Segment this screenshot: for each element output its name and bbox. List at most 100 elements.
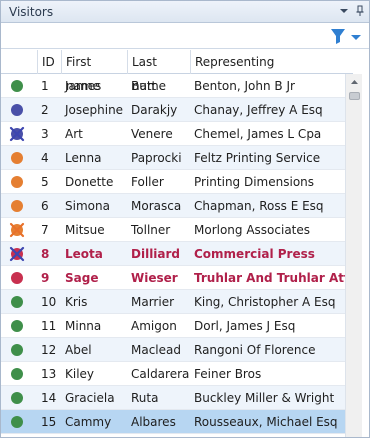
cell-first-name: Donette [65, 175, 114, 189]
cell-last-name: Albares [131, 415, 176, 429]
status-crossed-red-icon [9, 246, 25, 262]
table-row[interactable]: 6 Simona Morasca Chapman, Ross E Esq [1, 194, 353, 218]
cell-last-name: Morasca [131, 199, 182, 213]
cell-representing: Benton, John B Jr [194, 79, 295, 93]
table-row[interactable]: 11 Minna Amigon Dorl, James J Esq [1, 314, 353, 338]
cell-representing: Truhlar And Truhlar Attys [194, 271, 345, 285]
cell-id: 3 [41, 127, 49, 141]
cell-id: 8 [41, 247, 50, 261]
status-green-icon [9, 78, 25, 94]
table-row[interactable]: 5 Donette Foller Printing Dimensions [1, 170, 353, 194]
visitors-grid: ID First name Last name Representing 1 Ja… [1, 50, 353, 437]
header-first-name[interactable]: First name [61, 50, 127, 93]
cell-representing: Chapman, Ross E Esq [194, 199, 324, 213]
status-orange-icon [9, 150, 25, 166]
cell-first-name: Abel [65, 343, 92, 357]
cell-last-name: Darakjy [131, 103, 178, 117]
cell-id: 5 [41, 175, 49, 189]
header-representing[interactable]: Representing [190, 50, 353, 74]
visitors-panel: Visitors ID First name Last name Represe… [0, 0, 370, 438]
cell-last-name: Ruta [131, 391, 159, 405]
cell-first-name: Mitsue [65, 223, 105, 237]
cell-id: 6 [41, 199, 49, 213]
cell-first-name: Graciela [65, 391, 115, 405]
status-green-icon [9, 366, 25, 382]
header-id[interactable]: ID [37, 50, 61, 74]
cell-last-name: Foller [131, 175, 164, 189]
status-crossed-orange-icon [9, 222, 25, 238]
vertical-scrollbar[interactable] [345, 74, 362, 437]
cell-last-name: Butt [131, 79, 157, 93]
status-green-icon [9, 390, 25, 406]
triangle-down-icon[interactable] [337, 4, 351, 18]
panel-titlebar: Visitors [1, 1, 369, 23]
cell-representing: Morlong Associates [194, 223, 311, 237]
cell-representing: Buckley Miller & Wright [194, 391, 335, 405]
cell-first-name: Simona [65, 199, 110, 213]
cell-first-name: Minna [65, 319, 102, 333]
status-green-icon [9, 318, 25, 334]
cell-first-name: Kiley [65, 367, 95, 381]
cell-last-name: Marrier [131, 295, 175, 309]
table-row[interactable]: 15 Cammy Albares Rousseaux, Michael Esq [1, 410, 353, 434]
cell-id: 4 [41, 151, 49, 165]
cell-last-name: Maclead [131, 343, 181, 357]
table-row[interactable]: 7 Mitsue Tollner Morlong Associates [1, 218, 353, 242]
table-row[interactable]: 8 Leota Dilliard Commercial Press [1, 242, 353, 266]
pin-icon[interactable] [353, 4, 367, 18]
table-row[interactable]: 9 Sage Wieser Truhlar And Truhlar Attys [1, 266, 353, 290]
scrollbar-thumb[interactable] [349, 92, 360, 100]
cell-first-name: Kris [65, 295, 88, 309]
cell-first-name: James [65, 79, 102, 93]
chevron-down-icon[interactable] [350, 31, 362, 41]
filter-funnel-icon[interactable] [328, 26, 348, 46]
cell-last-name: Caldarera [131, 367, 190, 381]
cell-id: 12 [41, 343, 57, 357]
cell-last-name: Wieser [131, 271, 178, 285]
cell-id: 2 [41, 103, 49, 117]
filter-input[interactable] [5, 26, 325, 46]
cell-representing: Printing Dimensions [194, 175, 315, 189]
header-last-name[interactable]: Last name [127, 50, 190, 93]
status-green-icon [9, 414, 25, 430]
cell-id: 14 [41, 391, 57, 405]
cell-id: 15 [41, 415, 57, 429]
cell-representing: Chanay, Jeffrey A Esq [194, 103, 323, 117]
cell-representing: Rangoni Of Florence [194, 343, 316, 357]
status-orange-icon [9, 198, 25, 214]
cell-last-name: Venere [131, 127, 173, 141]
cell-representing: Rousseaux, Michael Esq [194, 415, 338, 429]
table-row[interactable]: 1 James Butt Benton, John B Jr [1, 74, 353, 98]
filter-bar [1, 23, 369, 49]
cell-last-name: Dilliard [131, 247, 181, 261]
cell-id: 1 [41, 79, 49, 93]
panel-title: Visitors [9, 5, 54, 19]
cell-id: 13 [41, 367, 57, 381]
cell-id: 10 [41, 295, 57, 309]
table-row[interactable]: 12 Abel Maclead Rangoni Of Florence [1, 338, 353, 362]
status-green-icon [9, 342, 25, 358]
status-blue-icon [9, 102, 25, 118]
cell-last-name: Tollner [131, 223, 171, 237]
table-row[interactable]: 13 Kiley Caldarera Feiner Bros [1, 362, 353, 386]
table-row[interactable]: 14 Graciela Ruta Buckley Miller & Wright [1, 386, 353, 410]
table-row[interactable]: 10 Kris Marrier King, Christopher A Esq [1, 290, 353, 314]
cell-representing: Dorl, James J Esq [194, 319, 296, 333]
table-row[interactable]: 3 Art Venere Chemel, James L Cpa [1, 122, 353, 146]
cell-first-name: Josephine [65, 103, 124, 117]
cell-id: 9 [41, 271, 50, 285]
cell-representing: Feiner Bros [194, 367, 262, 381]
cell-id: 7 [41, 223, 49, 237]
cell-representing: King, Christopher A Esq [194, 295, 336, 309]
grid-header: ID First name Last name Representing [1, 50, 353, 93]
status-green-icon [9, 294, 25, 310]
scroll-up-arrow-icon[interactable] [346, 74, 363, 90]
cell-first-name: Sage [65, 271, 99, 285]
status-crossed-blue-icon [9, 126, 25, 142]
table-row[interactable]: 2 Josephine Darakjy Chanay, Jeffrey A Esq [1, 98, 353, 122]
header-status[interactable] [1, 50, 37, 74]
table-row[interactable]: 4 Lenna Paprocki Feltz Printing Service [1, 146, 353, 170]
cell-representing: Feltz Printing Service [194, 151, 321, 165]
cell-id: 11 [41, 319, 57, 333]
cell-representing: Commercial Press [194, 247, 315, 261]
